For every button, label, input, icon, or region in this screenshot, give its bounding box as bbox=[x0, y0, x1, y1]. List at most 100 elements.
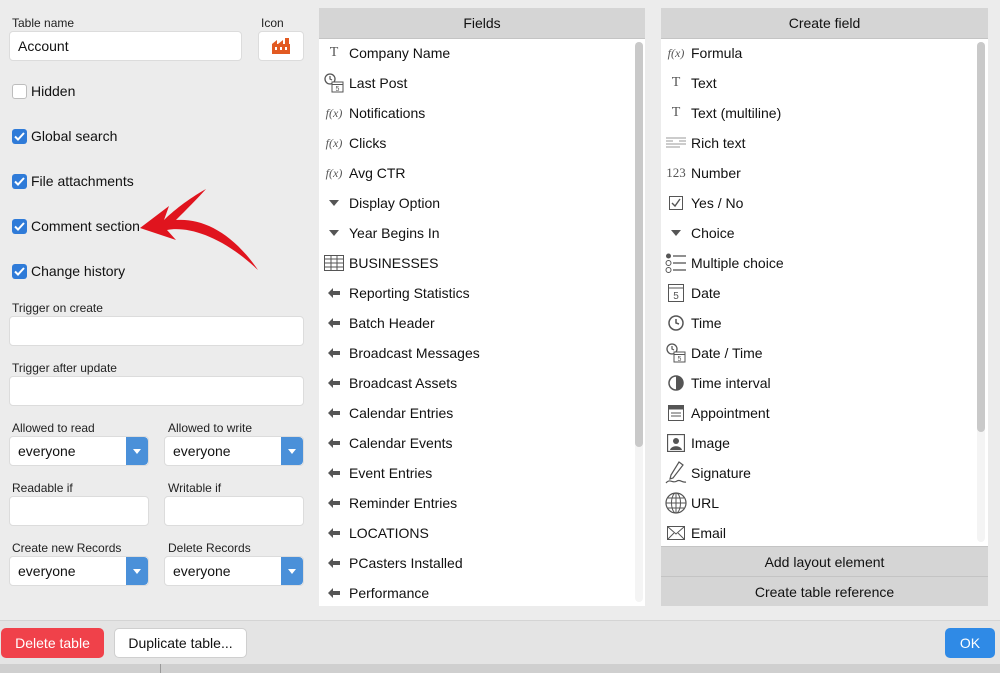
field-type-multiple-choice[interactable]: Multiple choice bbox=[661, 248, 977, 278]
field-item-batch-header[interactable]: Batch Header bbox=[319, 308, 635, 338]
comment-section-option[interactable]: Comment section bbox=[12, 218, 140, 234]
readable-if-input[interactable] bbox=[9, 496, 149, 526]
add-layout-element-button[interactable]: Add layout element bbox=[661, 546, 988, 576]
datetime-icon: 5 bbox=[323, 72, 345, 94]
file-attachments-checkbox[interactable] bbox=[12, 173, 27, 189]
field-type-label: Date / Time bbox=[691, 345, 763, 361]
checkmark-icon bbox=[14, 176, 25, 186]
svg-text:5: 5 bbox=[673, 291, 679, 302]
field-type-time-interval[interactable]: Time interval bbox=[661, 368, 977, 398]
field-item-label: Reminder Entries bbox=[349, 495, 458, 511]
trigger-after-update-input[interactable] bbox=[9, 376, 304, 406]
duplicate-table-button[interactable]: Duplicate table... bbox=[114, 628, 247, 658]
global-search-checkbox[interactable] bbox=[12, 128, 27, 144]
rich-text-icon bbox=[665, 132, 687, 154]
field-item-calendar-events[interactable]: Calendar Events bbox=[319, 428, 635, 458]
file-attachments-option[interactable]: File attachments bbox=[12, 173, 134, 189]
field-item-clicks[interactable]: f(x) Clicks bbox=[319, 128, 635, 158]
field-item-label: Avg CTR bbox=[349, 165, 406, 181]
change-history-option[interactable]: Change history bbox=[12, 263, 125, 279]
text-icon: T bbox=[329, 45, 339, 60]
fields-scrollbar-thumb[interactable] bbox=[635, 42, 643, 447]
field-item-broadcast-assets[interactable]: Broadcast Assets bbox=[319, 368, 635, 398]
field-item-pcasters-installed[interactable]: PCasters Installed bbox=[319, 548, 635, 578]
reference-arrow-icon bbox=[323, 552, 345, 574]
field-item-calendar-entries[interactable]: Calendar Entries bbox=[319, 398, 635, 428]
checkmark-icon bbox=[14, 131, 25, 141]
ok-button[interactable]: OK bbox=[945, 628, 995, 658]
field-type-formula[interactable]: f(x) Formula bbox=[661, 38, 977, 68]
field-item-display-option[interactable]: Display Option bbox=[319, 188, 635, 218]
field-item-locations[interactable]: LOCATIONS bbox=[319, 518, 635, 548]
field-item-company-name[interactable]: T Company Name bbox=[319, 38, 635, 68]
trigger-on-create-input[interactable] bbox=[9, 316, 304, 346]
create-records-select[interactable]: everyone bbox=[9, 556, 149, 586]
text-icon: T bbox=[671, 105, 681, 120]
field-type-number[interactable]: 123 Number bbox=[661, 158, 977, 188]
allowed-to-write-select[interactable]: everyone bbox=[164, 436, 304, 466]
reference-arrow-icon bbox=[323, 402, 345, 424]
field-type-text-multiline[interactable]: T Text (multiline) bbox=[661, 98, 977, 128]
field-type-time[interactable]: Time bbox=[661, 308, 977, 338]
chevron-down-icon bbox=[126, 557, 148, 585]
readable-if-label: Readable if bbox=[12, 481, 73, 495]
field-type-label: Time interval bbox=[691, 375, 771, 391]
table-name-input[interactable]: Account bbox=[9, 31, 242, 61]
field-type-image[interactable]: Image bbox=[661, 428, 977, 458]
field-item-notifications[interactable]: f(x) Notifications bbox=[319, 98, 635, 128]
field-item-reminder-entries[interactable]: Reminder Entries bbox=[319, 488, 635, 518]
comment-section-checkbox[interactable] bbox=[12, 218, 27, 234]
field-item-last-post[interactable]: 5 Last Post bbox=[319, 68, 635, 98]
formula-icon: f(x) bbox=[667, 45, 685, 60]
field-type-yes-no[interactable]: Yes / No bbox=[661, 188, 977, 218]
icon-picker-button[interactable] bbox=[258, 31, 304, 61]
formula-icon: f(x) bbox=[325, 105, 343, 120]
appointment-icon bbox=[665, 402, 687, 424]
allowed-to-read-select[interactable]: everyone bbox=[9, 436, 149, 466]
table-name-value: Account bbox=[18, 38, 69, 54]
field-item-label: Clicks bbox=[349, 135, 387, 151]
create-records-label: Create new Records bbox=[12, 541, 122, 555]
field-type-rich-text[interactable]: Rich text bbox=[661, 128, 977, 158]
field-item-event-entries[interactable]: Event Entries bbox=[319, 458, 635, 488]
field-item-label: Reporting Statistics bbox=[349, 285, 470, 301]
icon-label: Icon bbox=[261, 16, 284, 30]
field-type-date-time[interactable]: 5 Date / Time bbox=[661, 338, 977, 368]
delete-records-select[interactable]: everyone bbox=[164, 556, 304, 586]
number-icon: 123 bbox=[666, 165, 686, 180]
reference-arrow-icon bbox=[323, 432, 345, 454]
field-type-url[interactable]: URL bbox=[661, 488, 977, 518]
change-history-option-label: Change history bbox=[31, 263, 126, 279]
create-field-scrollbar-thumb[interactable] bbox=[977, 42, 985, 432]
field-type-label: Appointment bbox=[691, 405, 770, 421]
field-item-businesses[interactable]: BUSINESSES bbox=[319, 248, 635, 278]
field-type-label: Date bbox=[691, 285, 721, 301]
field-item-broadcast-messages[interactable]: Broadcast Messages bbox=[319, 338, 635, 368]
field-type-label: Text bbox=[691, 75, 717, 91]
field-type-label: Choice bbox=[691, 225, 735, 241]
field-item-reporting-statistics[interactable]: Reporting Statistics bbox=[319, 278, 635, 308]
field-type-choice[interactable]: Choice bbox=[661, 218, 977, 248]
reference-arrow-icon bbox=[323, 462, 345, 484]
field-type-text[interactable]: T Text bbox=[661, 68, 977, 98]
hidden-checkbox[interactable] bbox=[12, 83, 27, 99]
field-item-label: Calendar Entries bbox=[349, 405, 454, 421]
create-table-reference-button[interactable]: Create table reference bbox=[661, 576, 988, 606]
trigger-on-create-label: Trigger on create bbox=[12, 301, 103, 315]
clock-icon bbox=[665, 312, 687, 334]
field-type-signature[interactable]: Signature bbox=[661, 458, 977, 488]
field-type-date[interactable]: 5 Date bbox=[661, 278, 977, 308]
field-item-avg-ctr[interactable]: f(x) Avg CTR bbox=[319, 158, 635, 188]
reference-arrow-icon bbox=[323, 282, 345, 304]
field-item-year-begins-in[interactable]: Year Begins In bbox=[319, 218, 635, 248]
delete-table-button[interactable]: Delete table bbox=[1, 628, 104, 658]
field-type-email[interactable]: Email bbox=[661, 518, 977, 548]
change-history-checkbox[interactable] bbox=[12, 263, 27, 279]
hidden-option[interactable]: Hidden bbox=[12, 83, 75, 99]
field-item-label: Broadcast Assets bbox=[349, 375, 458, 391]
writable-if-input[interactable] bbox=[164, 496, 304, 526]
field-item-performance[interactable]: Performance bbox=[319, 578, 635, 608]
global-search-option[interactable]: Global search bbox=[12, 128, 117, 144]
field-type-label: Number bbox=[691, 165, 741, 181]
field-type-appointment[interactable]: Appointment bbox=[661, 398, 977, 428]
